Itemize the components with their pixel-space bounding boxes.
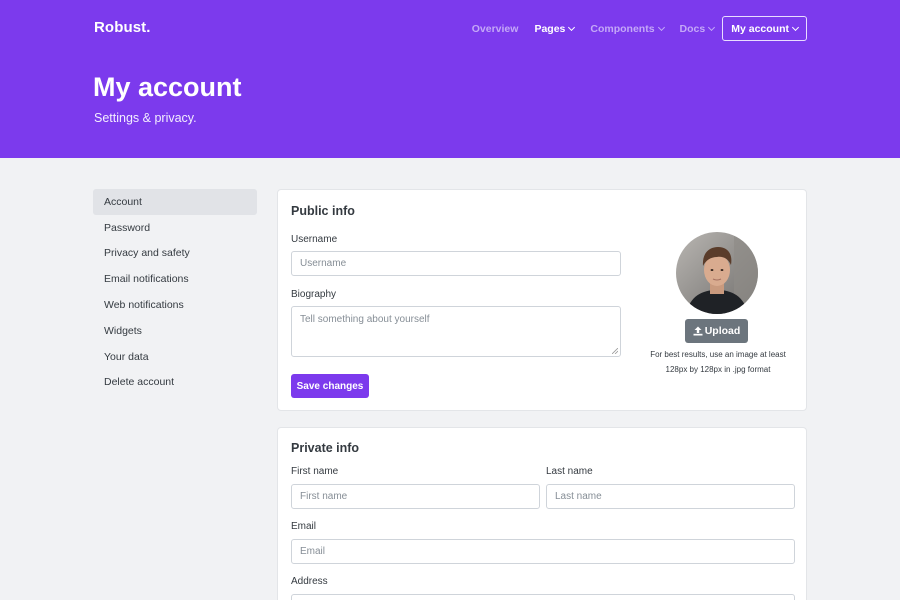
sidebar-item-web-notifications[interactable]: Web notifications xyxy=(93,292,257,318)
top-nav: Overview Pages Components Docs My accoun… xyxy=(456,16,807,41)
page-header: Robust. Overview Pages Components Docs M… xyxy=(0,0,900,158)
avatar xyxy=(676,232,758,314)
private-info-card: Private info First name First name Last … xyxy=(277,427,807,600)
username-input[interactable]: Username xyxy=(291,251,621,276)
my-account-label: My account xyxy=(731,22,789,35)
upload-icon xyxy=(693,326,703,336)
email-input[interactable]: Email xyxy=(291,539,795,564)
upload-button[interactable]: Upload xyxy=(685,319,748,343)
nav-components-label: Components xyxy=(590,22,655,35)
upload-label: Upload xyxy=(704,325,741,337)
chevron-down-icon xyxy=(791,23,800,31)
avatar-photo xyxy=(676,232,758,314)
upload-hint-line2: 128px by 128px in .jpg format xyxy=(665,365,771,374)
email-label: Email xyxy=(291,521,317,532)
biography-textarea[interactable]: Tell something about yourself xyxy=(291,306,621,357)
sidebar-item-your-data[interactable]: Your data xyxy=(93,344,257,370)
username-label: Username xyxy=(291,234,338,245)
save-changes-label: Save changes xyxy=(296,380,364,392)
chevron-down-icon xyxy=(657,23,665,31)
resize-grip-icon[interactable] xyxy=(612,348,618,354)
username-placeholder: Username xyxy=(300,258,347,269)
nav-docs-label: Docs xyxy=(679,22,706,35)
first-name-input[interactable]: First name xyxy=(291,484,540,509)
nav-docs[interactable]: Docs xyxy=(679,22,716,35)
page-subtitle: Settings & privacy. xyxy=(94,111,197,125)
first-name-label: First name xyxy=(291,466,339,477)
nav-components[interactable]: Components xyxy=(590,22,665,35)
upload-hint-line1: For best results, use an image at least xyxy=(650,350,786,359)
public-info-card: Public info Username Username Biography … xyxy=(277,189,807,411)
nav-overview[interactable]: Overview xyxy=(472,23,519,35)
email-placeholder: Email xyxy=(300,546,326,557)
save-changes-button[interactable]: Save changes xyxy=(291,374,369,398)
last-name-placeholder: Last name xyxy=(555,491,602,502)
first-name-placeholder: First name xyxy=(300,491,348,502)
public-info-title: Public info xyxy=(291,204,355,218)
my-account-button[interactable]: My account xyxy=(722,16,807,41)
sidebar-item-widgets[interactable]: Widgets xyxy=(93,318,257,344)
upload-hint: For best results, use an image at least … xyxy=(638,347,798,377)
biography-placeholder: Tell something about yourself xyxy=(300,314,430,325)
brand-logo[interactable]: Robust. xyxy=(94,19,151,36)
address-label: Address xyxy=(291,576,328,587)
sidebar-item-account[interactable]: Account xyxy=(93,189,257,215)
sidebar-item-email-notifications[interactable]: Email notifications xyxy=(93,266,257,292)
nav-overview-label: Overview xyxy=(471,22,519,35)
sidebar-item-delete-account[interactable]: Delete account xyxy=(93,370,257,396)
last-name-label: Last name xyxy=(546,466,593,477)
chevron-down-icon xyxy=(708,23,716,31)
last-name-input[interactable]: Last name xyxy=(546,484,795,509)
address-input[interactable] xyxy=(291,594,795,600)
biography-label: Biography xyxy=(291,289,337,300)
private-info-title: Private info xyxy=(291,441,360,455)
nav-pages[interactable]: Pages xyxy=(534,22,576,35)
sidebar-item-password[interactable]: Password xyxy=(93,215,257,241)
settings-sidebar: Account Password Privacy and safety Emai… xyxy=(93,189,257,395)
page-title: My account xyxy=(93,72,242,102)
chevron-down-icon xyxy=(568,23,576,31)
sidebar-item-privacy[interactable]: Privacy and safety xyxy=(93,241,257,267)
nav-pages-label: Pages xyxy=(534,22,566,35)
